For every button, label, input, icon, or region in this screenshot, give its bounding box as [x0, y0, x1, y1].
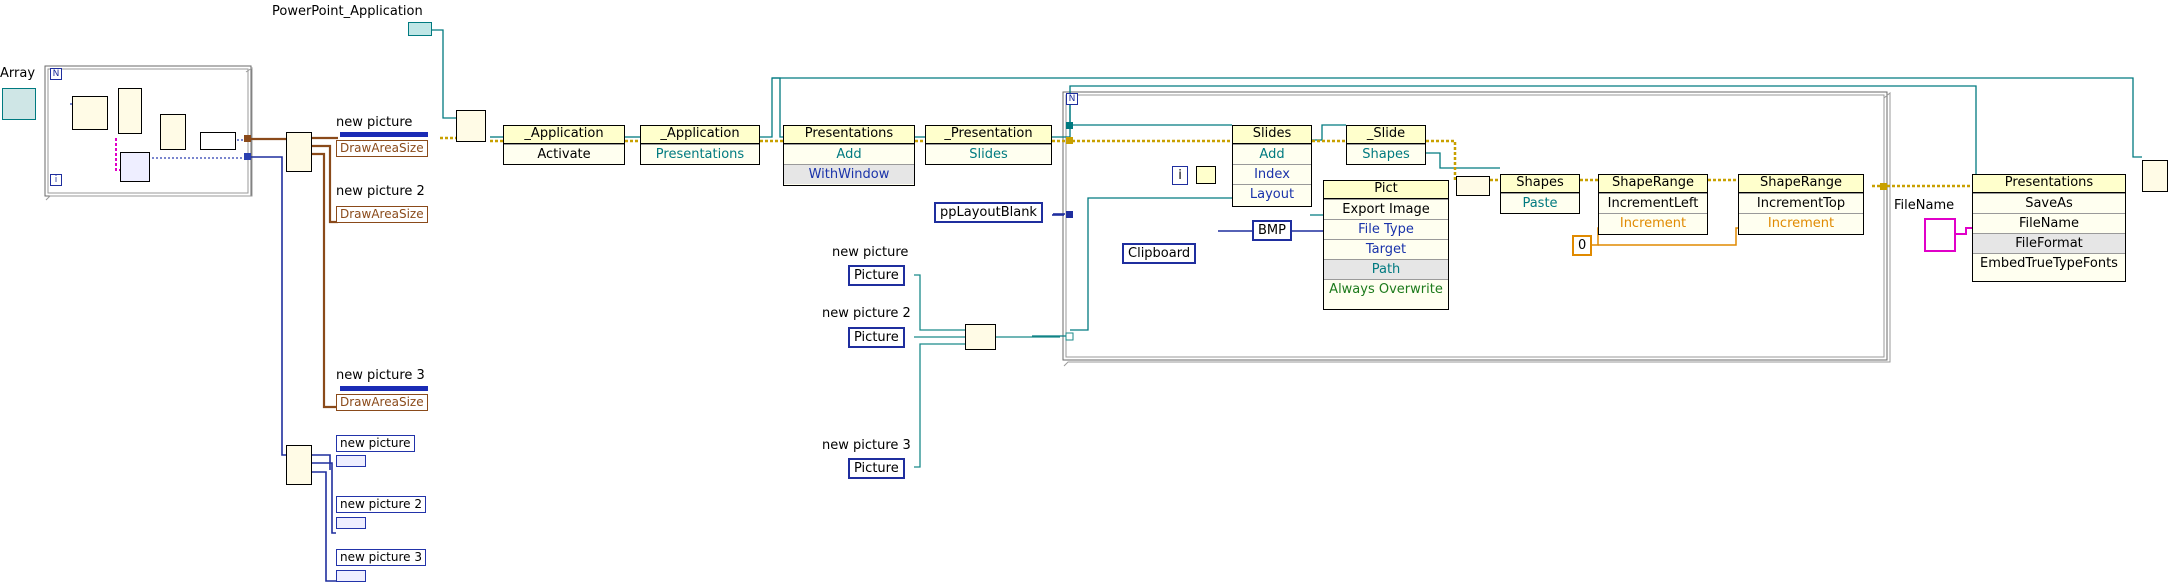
filename-control-icon[interactable]: [1924, 218, 1956, 252]
draw-image-icon[interactable]: [200, 132, 236, 150]
index-array-icon[interactable]: [286, 445, 312, 485]
new-picture-indicator[interactable]: new picture: [336, 435, 415, 452]
block-diagram: [44, 29, 2142, 582]
picture-array-wires: [914, 274, 1060, 468]
presentations-add-node[interactable]: Presentations Add WithWindow: [783, 125, 915, 186]
new-picture-2-indicator[interactable]: new picture 2: [336, 496, 426, 513]
shaperange-increment-left-node[interactable]: ShapeRange IncrementLeft Increment: [1598, 174, 1708, 235]
ppt-app-label: PowerPoint_Application: [272, 4, 423, 19]
loop-iteration-icon: i: [50, 174, 62, 186]
file-type-constant[interactable]: BMP: [1252, 220, 1292, 241]
array-control-icon[interactable]: [2, 88, 36, 120]
new-picture-2-label: new picture 2: [336, 184, 425, 199]
draw-area-bar: [340, 132, 428, 137]
picture-terminal-icon[interactable]: [336, 455, 366, 467]
draw-area-size-property[interactable]: DrawAreaSize: [336, 206, 428, 223]
filename-label: FileName: [1894, 198, 1955, 213]
shaperange-increment-top-node[interactable]: ShapeRange IncrementTop Increment: [1738, 174, 1864, 235]
draw-area-size-property[interactable]: DrawAreaSize: [336, 140, 428, 157]
picture-icon[interactable]: [120, 152, 150, 182]
zero-constant[interactable]: 0: [1572, 235, 1593, 256]
new-picture-label: new picture: [336, 115, 413, 130]
target-constant[interactable]: Clipboard: [1122, 243, 1197, 264]
index-array-icon[interactable]: [286, 132, 312, 172]
draw-area-size-property[interactable]: DrawAreaSize: [336, 394, 428, 411]
clipboard-copy-icon[interactable]: [456, 110, 486, 142]
slide-shapes-node[interactable]: _Slide Shapes: [1346, 125, 1426, 165]
layout-constant[interactable]: ppLayoutBlank: [934, 202, 1043, 223]
array-label: Array: [0, 66, 36, 81]
shapes-paste-node[interactable]: Shapes Paste: [1500, 174, 1580, 214]
presentations-saveas-node[interactable]: Presentations SaveAs FileName FileFormat…: [1972, 174, 2126, 282]
slides-add-node[interactable]: Slides Add Index Layout: [1232, 125, 1312, 207]
draw-area-bar: [340, 386, 428, 391]
activate-node[interactable]: _Application Activate: [503, 125, 625, 165]
picture-reference[interactable]: Picture: [848, 327, 905, 348]
pict-export-node[interactable]: Pict Export Image File Type Target Path …: [1323, 180, 1449, 310]
loop-count-n-icon: N: [50, 68, 62, 80]
picture-reference[interactable]: Picture: [848, 458, 905, 479]
loop-count-n-icon: N: [1066, 93, 1078, 105]
increment-icon[interactable]: [1196, 166, 1216, 184]
build-array-icon[interactable]: [965, 324, 996, 350]
presentation-slides-node[interactable]: _Presentation Slides: [925, 125, 1052, 165]
picture-terminal-icon[interactable]: [336, 517, 366, 529]
iteration-i-terminal: i: [1172, 166, 1188, 185]
cluster-wires: [250, 136, 338, 409]
new-picture-label: new picture: [832, 245, 909, 260]
application-presentations-node[interactable]: _Application Presentations: [640, 125, 760, 165]
close-reference-icon[interactable]: [2142, 160, 2168, 192]
picture-reference[interactable]: Picture: [848, 265, 905, 286]
new-picture-3-label: new picture 3: [822, 438, 911, 453]
merge-errors-icon[interactable]: [1456, 176, 1490, 196]
new-picture-3-indicator[interactable]: new picture 3: [336, 549, 426, 566]
ppt-app-refnum-icon[interactable]: [408, 22, 432, 36]
unflatten-icon[interactable]: [160, 114, 186, 150]
image-data-icon[interactable]: [118, 88, 142, 134]
new-picture-2-label: new picture 2: [822, 306, 911, 321]
picture-terminal-icon[interactable]: [336, 570, 366, 582]
new-picture-3-label: new picture 3: [336, 368, 425, 383]
png-read-icon[interactable]: [72, 96, 108, 130]
